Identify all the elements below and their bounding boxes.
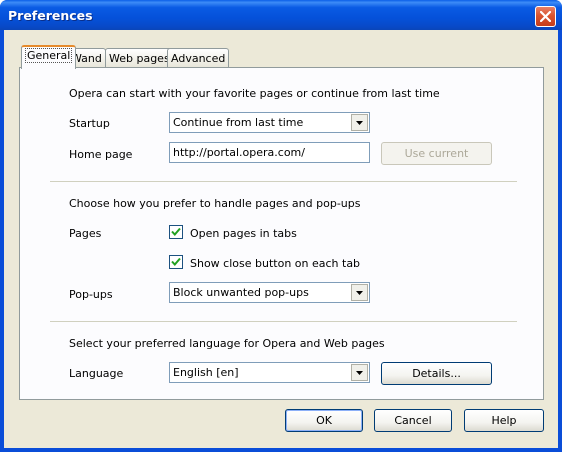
chevron-down-icon	[356, 121, 363, 125]
preferences-window: Preferences General Wand Web pages Advan…	[0, 0, 562, 452]
close-button[interactable]	[535, 6, 556, 27]
cancel-button[interactable]: Cancel	[374, 409, 452, 432]
window-title: Preferences	[8, 8, 93, 23]
language-dropdown-button[interactable]	[351, 364, 368, 381]
checkmark-icon	[171, 227, 181, 236]
popups-select-value: Block unwanted pop-ups	[173, 286, 309, 299]
tab-general[interactable]: General	[21, 45, 77, 69]
details-button[interactable]: Details...	[381, 362, 492, 385]
general-tab-panel: Opera can start with your favorite pages…	[19, 67, 544, 400]
startup-select[interactable]: Continue from last time	[169, 112, 370, 133]
tab-web-pages-label: Web pages	[109, 52, 170, 65]
popups-select[interactable]: Block unwanted pop-ups	[169, 282, 370, 303]
close-icon	[540, 11, 551, 22]
tab-web-pages[interactable]: Web pages	[105, 48, 174, 69]
startup-select-value: Continue from last time	[173, 116, 304, 129]
home-page-label: Home page	[69, 148, 133, 161]
chevron-down-icon	[356, 371, 363, 375]
language-select[interactable]: English [en]	[169, 362, 370, 383]
language-label: Language	[69, 367, 124, 380]
chevron-down-icon	[356, 291, 363, 295]
tab-advanced-label: Advanced	[171, 52, 226, 65]
language-section-heading: Select your preferred language for Opera…	[69, 337, 385, 350]
popups-label: Pop-ups	[69, 288, 113, 301]
dialog-client-area: General Wand Web pages Advanced Opera ca…	[4, 30, 558, 448]
tab-advanced[interactable]: Advanced	[167, 48, 230, 69]
use-current-button[interactable]: Use current	[381, 142, 492, 165]
ok-button[interactable]: OK	[285, 409, 363, 432]
help-button[interactable]: Help	[464, 409, 544, 432]
startup-label: Startup	[69, 117, 110, 130]
language-select-value: English [en]	[173, 366, 239, 379]
pages-label: Pages	[69, 227, 102, 240]
show-close-button-label[interactable]: Show close button on each tab	[190, 257, 360, 270]
section-divider	[50, 181, 517, 182]
tab-general-label: General	[25, 48, 73, 63]
pages-section-heading: Choose how you prefer to handle pages an…	[69, 197, 361, 210]
show-close-button-checkbox[interactable]	[169, 255, 183, 269]
section-divider	[50, 321, 517, 322]
popups-dropdown-button[interactable]	[351, 284, 368, 301]
startup-section-heading: Opera can start with your favorite pages…	[69, 87, 440, 100]
startup-dropdown-button[interactable]	[351, 114, 368, 131]
open-in-tabs-label[interactable]: Open pages in tabs	[190, 227, 297, 240]
home-page-input[interactable]	[169, 142, 370, 163]
checkmark-icon	[171, 257, 181, 266]
title-bar[interactable]: Preferences	[0, 0, 562, 30]
open-in-tabs-checkbox[interactable]	[169, 225, 183, 239]
